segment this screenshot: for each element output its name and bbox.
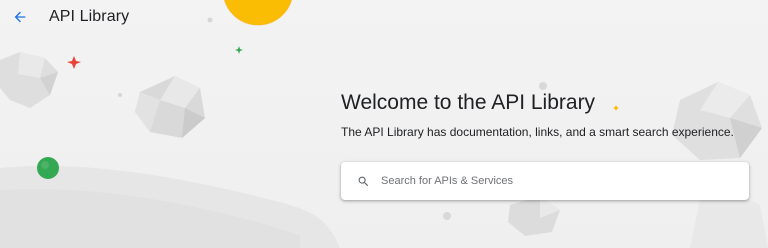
decorative-green-ball <box>37 157 59 179</box>
decorative-red-star <box>67 56 81 69</box>
arrow-back-icon <box>14 11 26 23</box>
search-input[interactable] <box>381 175 721 187</box>
page-title: API Library <box>49 8 130 25</box>
decorative-rock-bottom <box>508 196 560 236</box>
decorative-green-star <box>235 46 243 54</box>
search-box[interactable] <box>341 162 749 200</box>
welcome-description: The API Library has documentation, links… <box>341 125 734 139</box>
top-bar: API Library <box>0 0 768 36</box>
decorative-rock-center <box>135 76 205 138</box>
back-button[interactable] <box>8 5 32 29</box>
welcome-heading: Welcome to the API Library <box>341 91 596 114</box>
search-icon <box>356 174 370 188</box>
welcome-section: Welcome to the API Library The API Libra… <box>341 90 751 140</box>
decorative-rock-left <box>0 52 58 108</box>
